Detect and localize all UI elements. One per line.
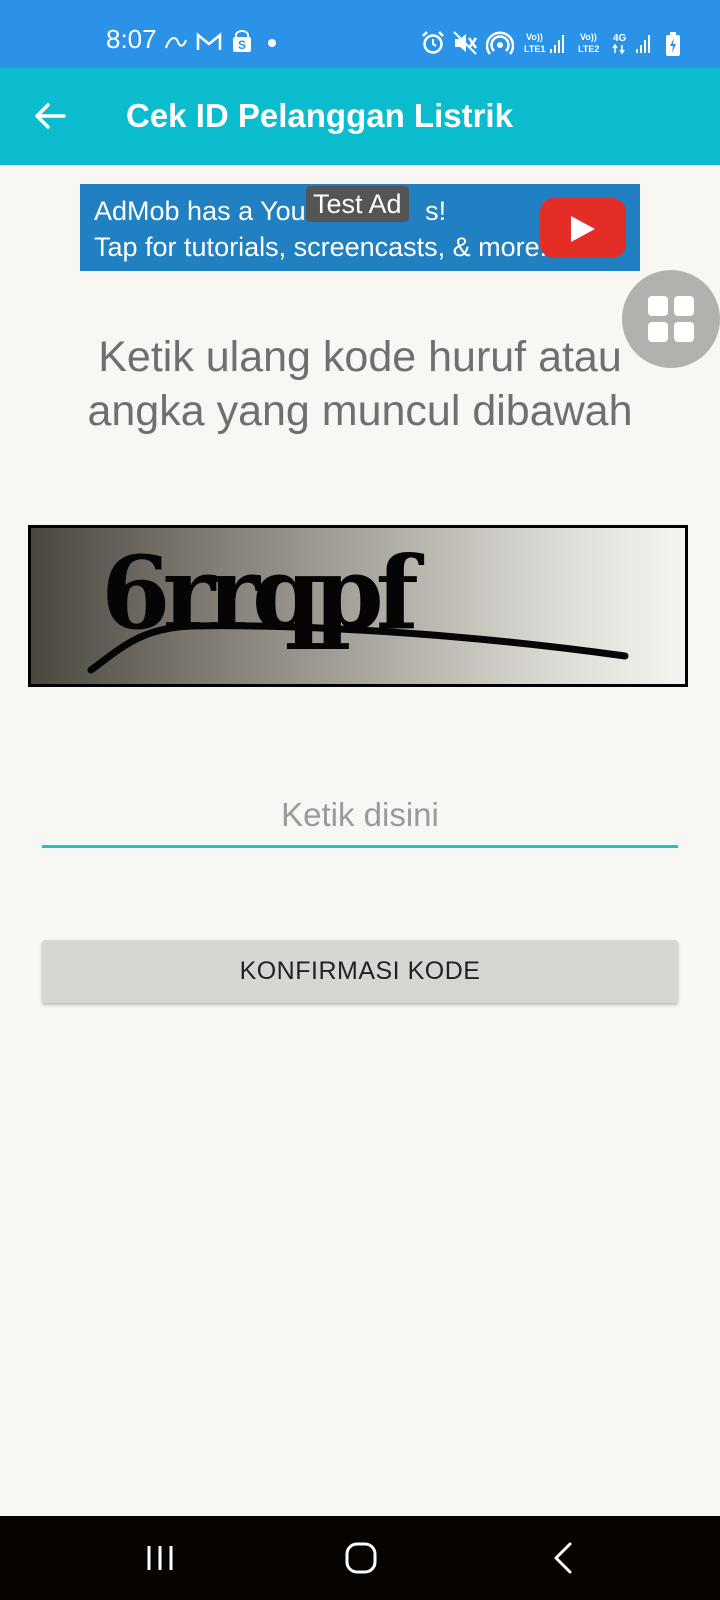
youtube-play-icon [540,198,626,258]
svg-text:LTE2: LTE2 [578,44,599,54]
arrow-left-icon[interactable] [30,96,70,136]
dot-icon [268,39,276,47]
page-title: Cek ID Pelanggan Listrik [126,97,513,134]
alarm-icon [422,31,444,54]
system-nav-bar [0,1516,720,1600]
volte-lte2-signal-icon: Vo)) LTE2 [578,32,599,54]
ad-text-line2: Tap for tutorials, screencasts, & more. [94,232,548,262]
recent-apps-icon[interactable] [144,1538,176,1578]
battery-charging-icon [666,32,680,56]
instruction-text: Ketik ulang kode huruf atau angka yang m… [87,333,633,435]
svg-text:4G: 4G [613,33,627,44]
svg-text:LTE1: LTE1 [524,44,545,54]
svg-text:S: S [238,38,246,52]
back-icon[interactable] [548,1538,578,1578]
home-icon[interactable] [342,1538,382,1578]
captcha-input[interactable] [42,785,678,848]
4g-icon: 4G [612,33,650,55]
link-icon [165,37,187,49]
mute-icon [453,31,478,55]
captcha-image: 6rrqpf [28,525,688,687]
volte-lte1-signal-icon: Vo)) LTE1 [524,32,564,54]
svg-text:Vo)): Vo)) [580,32,597,42]
status-bar: 8:07 S Vo)) LTE1 Vo)) LTE2 4G [0,0,720,68]
status-time: 8:07 [106,24,157,54]
app-bar: Cek ID Pelanggan Listrik [0,68,720,165]
gmail-icon [196,32,222,50]
test-ad-badge: Test Ad [306,186,409,222]
hotspot-icon [486,31,514,55]
shopping-bag-icon: S [233,30,251,52]
svg-text:Vo)): Vo)) [526,32,543,42]
confirm-code-button[interactable]: KONFIRMASI KODE [42,940,678,1003]
